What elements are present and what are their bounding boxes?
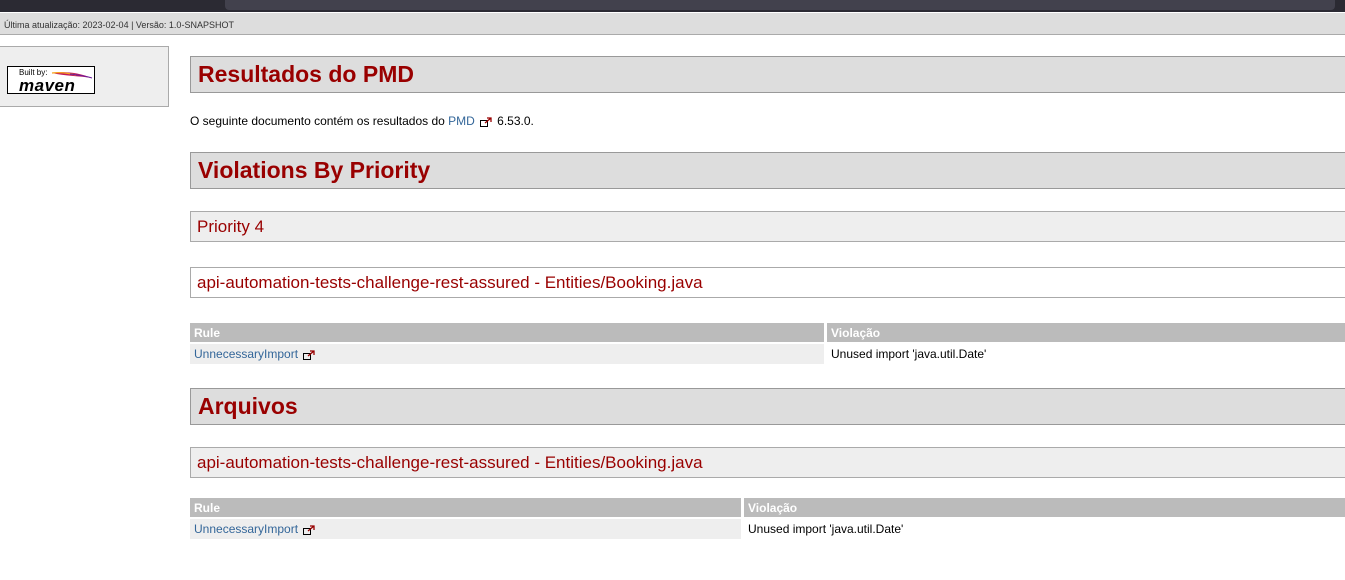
left-column: Built by: maven bbox=[0, 46, 169, 107]
rule-link[interactable]: UnnecessaryImport bbox=[194, 522, 298, 536]
address-bar[interactable] bbox=[225, 0, 1335, 10]
rule-cell: UnnecessaryImport bbox=[190, 342, 827, 364]
priority-header: Priority 4 bbox=[190, 211, 1345, 242]
rule-link[interactable]: UnnecessaryImport bbox=[194, 347, 298, 361]
intro-prefix: O seguinte documento contém os resultado… bbox=[190, 114, 449, 128]
pmd-link[interactable]: PMD bbox=[448, 114, 475, 128]
external-link-icon[interactable] bbox=[303, 350, 315, 360]
section-files-header: Arquivos bbox=[190, 388, 1345, 425]
breadcrumb-text: Última atualização: 2023-02-04 | Versão:… bbox=[4, 20, 234, 30]
table-row: UnnecessaryImport Unused import 'java.ut… bbox=[190, 517, 1345, 539]
file-title: api-automation-tests-challenge-rest-assu… bbox=[197, 273, 703, 292]
file-header-files: api-automation-tests-challenge-rest-assu… bbox=[190, 447, 1345, 478]
rule-cell: UnnecessaryImport bbox=[190, 517, 744, 539]
external-link-icon[interactable] bbox=[303, 525, 315, 535]
table-row: UnnecessaryImport Unused import 'java.ut… bbox=[190, 342, 1345, 364]
maven-wordmark: maven bbox=[19, 76, 76, 95]
built-by-maven-logo[interactable]: Built by: maven bbox=[7, 66, 95, 95]
violations-title: Violations By Priority bbox=[198, 157, 431, 183]
column-header-rule: Rule bbox=[190, 323, 827, 342]
column-header-rule: Rule bbox=[190, 498, 744, 517]
violation-cell: Unused import 'java.util.Date' bbox=[827, 342, 1345, 364]
table-header-row: Rule Violação bbox=[190, 498, 1345, 517]
files-title: Arquivos bbox=[198, 393, 298, 419]
external-link-icon[interactable] bbox=[479, 117, 492, 127]
page-title: Resultados do PMD bbox=[198, 61, 414, 87]
priority-title: Priority 4 bbox=[197, 217, 265, 236]
intro-suffix: 6.53.0. bbox=[493, 114, 534, 128]
section-results-header: Resultados do PMD bbox=[190, 56, 1345, 93]
column-header-violation: Violação bbox=[744, 498, 1345, 517]
section-violations-header: Violations By Priority bbox=[190, 152, 1345, 189]
table-header-row: Rule Violação bbox=[190, 323, 1345, 342]
intro-paragraph: O seguinte documento contém os resultado… bbox=[190, 114, 534, 128]
file-header-priority: api-automation-tests-challenge-rest-assu… bbox=[190, 267, 1345, 298]
column-header-violation: Violação bbox=[827, 323, 1345, 342]
breadcrumb: Última atualização: 2023-02-04 | Versão:… bbox=[0, 13, 1345, 35]
file-title: api-automation-tests-challenge-rest-assu… bbox=[197, 453, 703, 472]
browser-toolbar bbox=[0, 0, 1345, 12]
violations-table: Rule Violação UnnecessaryImport Unused i… bbox=[190, 323, 1345, 364]
files-table: Rule Violação UnnecessaryImport Unused i… bbox=[190, 498, 1345, 539]
violation-cell: Unused import 'java.util.Date' bbox=[744, 517, 1345, 539]
